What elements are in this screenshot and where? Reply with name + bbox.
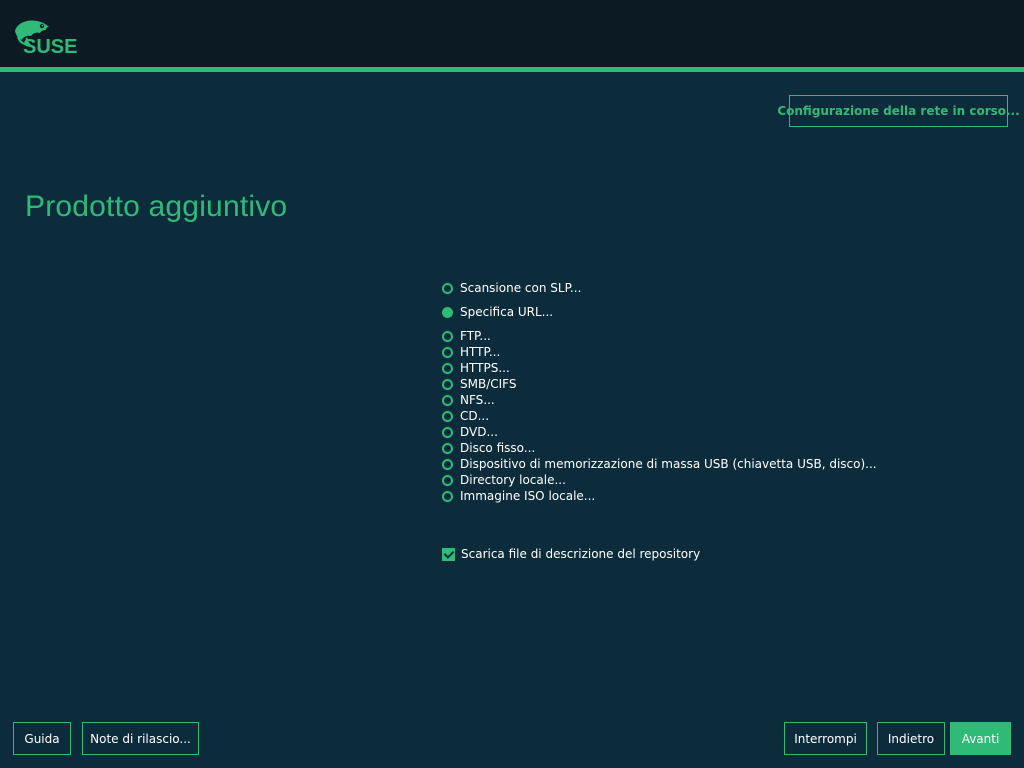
repo-option[interactable]: Disco fisso... [442, 440, 535, 456]
suse-logo: SUSE [15, 20, 77, 57]
radio-unselected-icon[interactable] [442, 442, 453, 454]
next-button[interactable]: Avanti [950, 722, 1011, 755]
repo-option[interactable]: Dispositivo di memorizzazione di massa U… [442, 456, 877, 472]
header-accent-line [0, 67, 1024, 72]
radio-unselected-icon[interactable] [442, 458, 453, 470]
repo-option-label: Dispositivo di memorizzazione di massa U… [460, 457, 877, 471]
repo-option[interactable]: HTTP... [442, 344, 500, 360]
repo-option[interactable]: CD... [442, 408, 489, 424]
repo-option-label: Scansione con SLP... [460, 281, 582, 295]
repo-option[interactable]: NFS... [442, 392, 495, 408]
radio-unselected-icon[interactable] [442, 378, 453, 390]
repo-option-label: DVD... [460, 425, 498, 439]
network-configuration-button[interactable]: Configurazione della rete in corso... [777, 95, 1020, 127]
radio-unselected-icon[interactable] [442, 346, 453, 358]
repo-option-label: HTTPS... [460, 361, 510, 375]
repo-option[interactable]: DVD... [442, 424, 498, 440]
repo-option[interactable]: HTTPS... [442, 360, 510, 376]
radio-unselected-icon[interactable] [442, 474, 453, 486]
repo-option[interactable]: Directory locale... [442, 472, 566, 488]
checkbox-checked-icon[interactable] [442, 547, 455, 561]
radio-unselected-icon[interactable] [442, 394, 453, 406]
help-button[interactable]: Guida [13, 722, 71, 755]
repo-option-label: Directory locale... [460, 473, 566, 487]
repo-option[interactable]: Scansione con SLP... [442, 280, 581, 296]
repo-option-label: FTP... [460, 329, 491, 343]
repo-option-label: Immagine ISO locale... [460, 489, 596, 503]
repo-option-label: NFS... [460, 393, 495, 407]
release-notes-button[interactable]: Note di rilascio... [82, 722, 199, 755]
repo-option-label: SMB/CIFS [460, 377, 517, 391]
download-repo-description-checkbox[interactable]: Scarica file di descrizione del reposito… [442, 546, 700, 562]
radio-unselected-icon[interactable] [442, 282, 453, 294]
repo-option[interactable]: FTP... [442, 328, 491, 344]
abort-button[interactable]: Interrompi [784, 722, 867, 755]
repo-option-label: Disco fisso... [460, 441, 536, 455]
page-title: Prodotto aggiuntivo [25, 190, 288, 223]
repo-option[interactable]: Immagine ISO locale... [442, 488, 595, 504]
header-bar: SUSE [0, 0, 1024, 67]
radio-unselected-icon[interactable] [442, 330, 453, 342]
repo-option[interactable]: Specifica URL... [442, 304, 553, 320]
repo-option-label: CD... [460, 409, 490, 423]
back-button[interactable]: Indietro [877, 722, 945, 755]
repo-option-label: Specifica URL... [460, 305, 554, 319]
radio-unselected-icon[interactable] [442, 426, 453, 438]
repo-option-label: HTTP... [460, 345, 501, 359]
radio-selected-icon[interactable] [442, 306, 453, 318]
svg-text:SUSE: SUSE [23, 36, 77, 57]
radio-unselected-icon[interactable] [442, 410, 453, 422]
radio-unselected-icon[interactable] [442, 362, 453, 374]
repo-option[interactable]: SMB/CIFS [442, 376, 516, 392]
checkbox-label: Scarica file di descrizione del reposito… [461, 547, 701, 561]
radio-unselected-icon[interactable] [442, 490, 453, 502]
